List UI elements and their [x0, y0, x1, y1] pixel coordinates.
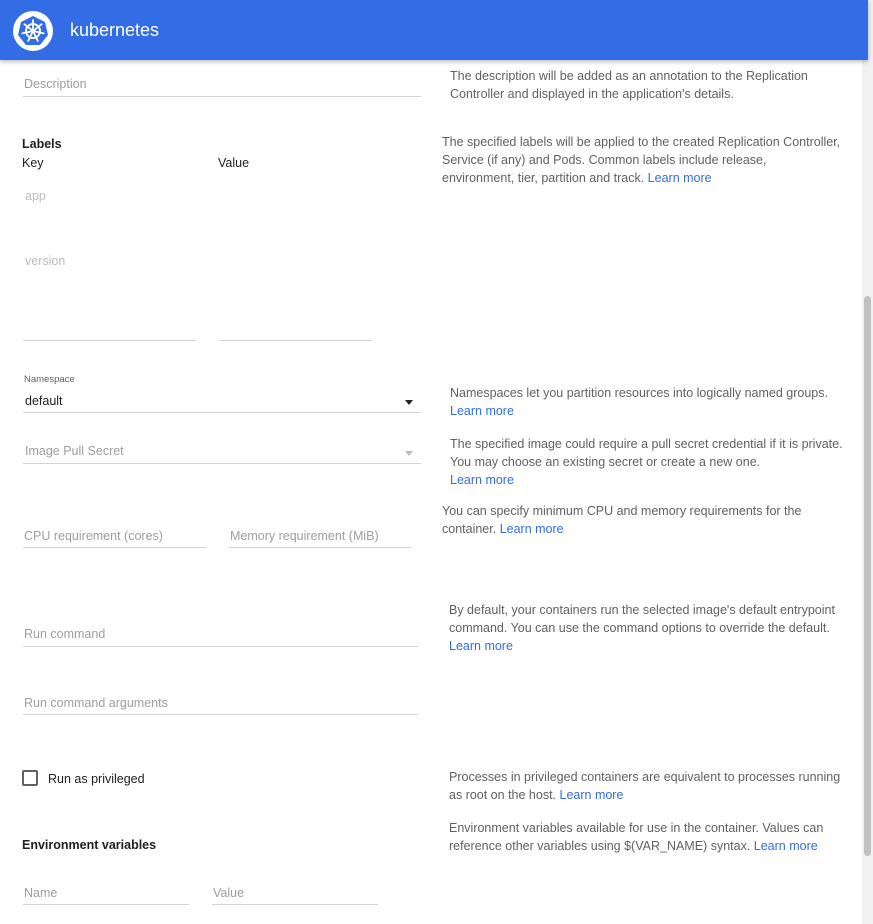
page-scrollbar[interactable]: [862, 60, 873, 924]
deploy-form-card: Description The description will be adde…: [0, 60, 862, 924]
privileged-help: Processes in privileged containers are e…: [449, 770, 841, 802]
image-pull-secret-learn-more-link[interactable]: Learn more: [450, 473, 514, 487]
namespace-select[interactable]: [23, 388, 421, 413]
labels-title: Labels: [22, 137, 62, 151]
kubernetes-logo-icon[interactable]: [13, 11, 53, 51]
privileged-label[interactable]: Run as privileged: [48, 772, 145, 786]
scrollbar-thumb[interactable]: [864, 296, 871, 856]
label-value-input[interactable]: [219, 316, 372, 341]
description-placeholder: Description: [24, 77, 87, 91]
privileged-checkbox[interactable]: [22, 770, 38, 786]
env-vars-help: Environment variables available for use …: [449, 821, 824, 853]
labels-help: The specified labels will be applied to …: [442, 135, 841, 185]
run-command-learn-more-link[interactable]: Learn more: [449, 639, 513, 653]
memory-requirement-placeholder: Memory requirement (MiB): [230, 529, 379, 543]
resources-help: You can specify minimum CPU and memory r…: [442, 504, 802, 536]
image-pull-secret-dropdown-icon[interactable]: [405, 451, 413, 456]
label-key-app[interactable]: app: [25, 189, 46, 203]
privileged-learn-more-link[interactable]: Learn more: [560, 788, 624, 802]
namespace-value: default: [25, 394, 63, 408]
image-pull-secret-help: The specified image could require a pull…: [450, 437, 843, 487]
resources-learn-more-link[interactable]: Learn more: [500, 522, 564, 536]
description-help: The description will be added as an anno…: [450, 69, 808, 101]
image-pull-secret-placeholder: Image Pull Secret: [25, 444, 124, 458]
app-title[interactable]: kubernetes: [70, 20, 159, 41]
env-name-placeholder: Name: [24, 886, 58, 900]
env-vars-learn-more-link[interactable]: Learn more: [754, 839, 818, 853]
namespace-help: Namespaces let you partition resources i…: [450, 386, 828, 418]
namespace-label: Namespace: [24, 374, 75, 385]
namespace-dropdown-icon[interactable]: [405, 400, 413, 405]
namespace-learn-more-link[interactable]: Learn more: [450, 404, 514, 418]
label-key-version[interactable]: version: [25, 254, 65, 268]
run-command-args-placeholder: Run command arguments: [24, 696, 168, 710]
run-command-help: By default, your containers run the sele…: [449, 603, 835, 653]
env-value-placeholder: Value: [213, 886, 245, 900]
label-key-input[interactable]: [23, 316, 196, 341]
labels-key-header: Key: [22, 156, 44, 170]
cpu-requirement-placeholder: CPU requirement (cores): [24, 529, 163, 543]
app-header: kubernetes: [0, 0, 868, 60]
labels-learn-more-link[interactable]: Learn more: [648, 171, 712, 185]
env-vars-title: Environment variables: [22, 838, 157, 852]
run-command-placeholder: Run command: [24, 627, 106, 641]
labels-value-header: Value: [218, 156, 250, 170]
